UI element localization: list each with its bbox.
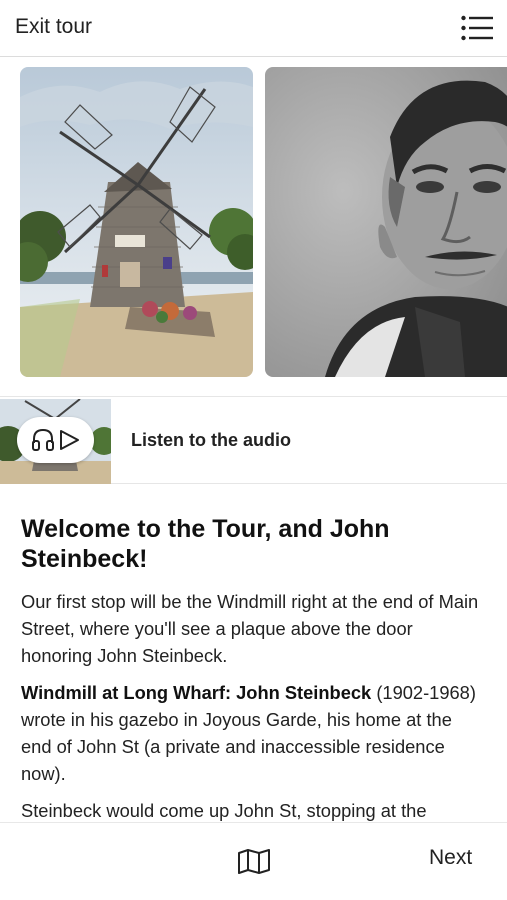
article-content[interactable]: Welcome to the Tour, and John Steinbeck!… xyxy=(0,484,507,822)
paragraph-windmill: Windmill at Long Wharf: John Steinbeck (… xyxy=(21,679,487,787)
play-icon xyxy=(60,430,79,450)
paragraph-intro: Our first stop will be the Windmill righ… xyxy=(21,591,479,666)
next-button[interactable]: Next xyxy=(429,846,472,870)
article-title: Welcome to the Tour, and John Steinbeck! xyxy=(21,515,390,573)
image-gallery[interactable] xyxy=(0,57,507,387)
map-icon[interactable] xyxy=(237,848,271,879)
headphones-icon xyxy=(32,428,54,451)
john-steinbeck-portrait[interactable] xyxy=(265,67,507,377)
windmill-photo[interactable] xyxy=(20,67,253,377)
paragraph-windmill-heading: Windmill at Long Wharf: John Steinbeck xyxy=(21,682,372,703)
top-bar: Exit tour xyxy=(0,0,507,57)
exit-tour-button[interactable]: Exit tour xyxy=(15,15,92,39)
play-audio-button[interactable] xyxy=(17,417,94,463)
listen-audio-label[interactable]: Listen to the audio xyxy=(131,430,291,451)
paragraph-continued: Steinbeck would come up John St, stoppin… xyxy=(21,800,427,821)
audio-player-row[interactable]: Listen to the audio xyxy=(0,396,507,484)
list-menu-icon[interactable] xyxy=(461,15,493,41)
bottom-bar: Next xyxy=(0,822,507,900)
